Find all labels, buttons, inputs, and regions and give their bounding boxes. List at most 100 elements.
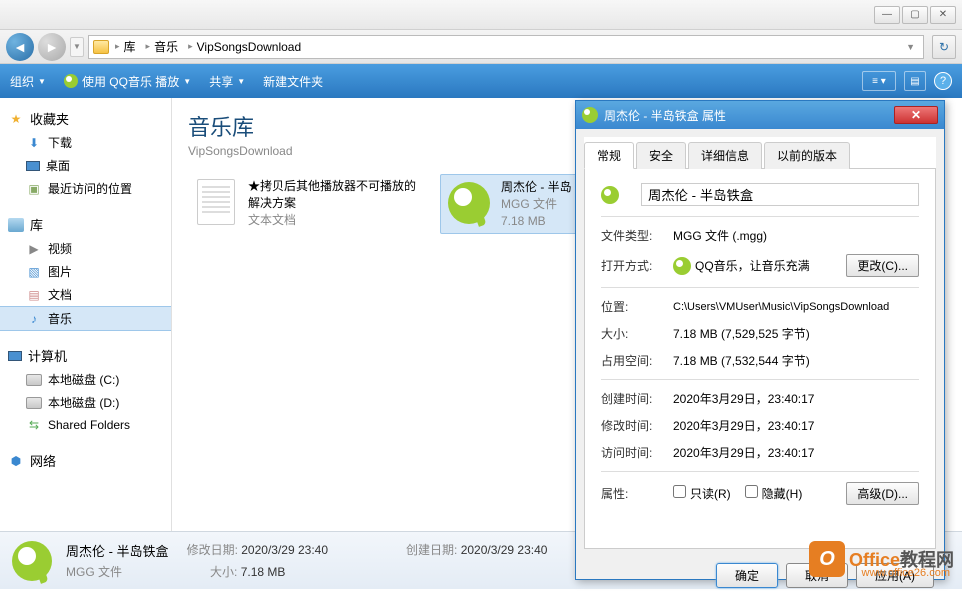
breadcrumb-seg[interactable]: ▸VipSongsDownload bbox=[184, 40, 305, 54]
watermark-icon: O bbox=[809, 541, 845, 577]
drive-icon bbox=[26, 397, 42, 409]
sidebar-music[interactable]: ♪音乐 bbox=[0, 306, 171, 331]
sidebar-drive-c[interactable]: 本地磁盘 (C:) bbox=[0, 368, 171, 391]
tab-previous[interactable]: 以前的版本 bbox=[764, 142, 850, 169]
status-label: 修改日期: bbox=[187, 543, 238, 557]
addr-dropdown-icon[interactable]: ▼ bbox=[906, 42, 919, 52]
window-titlebar: — ▢ ✕ bbox=[0, 0, 962, 30]
ok-button[interactable]: 确定 bbox=[716, 563, 778, 588]
qqmusic-icon bbox=[64, 74, 78, 88]
prop-value: QQ音乐，让音乐充满 bbox=[695, 257, 840, 274]
file-size: 7.18 MB bbox=[501, 213, 575, 230]
breadcrumb-seg[interactable]: ▸音乐 bbox=[142, 38, 183, 55]
desktop-icon bbox=[26, 161, 40, 171]
prop-value: 2020年3月29日，23:40:17 bbox=[673, 444, 919, 461]
filename-input[interactable] bbox=[641, 183, 919, 206]
sidebar-desktop[interactable]: 桌面 bbox=[0, 154, 171, 177]
prop-label: 位置: bbox=[601, 298, 673, 315]
tab-security[interactable]: 安全 bbox=[636, 142, 686, 169]
breadcrumb-label: 音乐 bbox=[154, 38, 178, 55]
prop-value: 2020年3月29日，23:40:17 bbox=[673, 390, 919, 407]
music-icon: ♪ bbox=[26, 311, 42, 327]
play-menu[interactable]: 使用 QQ音乐 播放▼ bbox=[64, 73, 191, 90]
newfolder-button[interactable]: 新建文件夹 bbox=[263, 73, 323, 90]
text-file-icon bbox=[197, 179, 235, 225]
qqmusic-icon bbox=[582, 107, 598, 123]
recent-icon: ▣ bbox=[26, 181, 42, 197]
organize-menu[interactable]: 组织▼ bbox=[10, 73, 46, 90]
star-icon: ★ bbox=[8, 111, 24, 127]
prop-label: 访问时间: bbox=[601, 444, 673, 461]
shared-icon: ⇆ bbox=[26, 417, 42, 433]
sidebar-favorites[interactable]: ★收藏夹 bbox=[0, 106, 171, 131]
sidebar-computer[interactable]: 计算机 bbox=[0, 343, 171, 368]
prop-value: MGG 文件 (.mgg) bbox=[673, 227, 919, 244]
prop-label: 修改时间: bbox=[601, 417, 673, 434]
sidebar-documents[interactable]: ▤文档 bbox=[0, 283, 171, 306]
minimize-button[interactable]: — bbox=[874, 6, 900, 24]
address-bar[interactable]: ▸库 ▸音乐 ▸VipSongsDownload ▼ bbox=[88, 35, 924, 59]
history-dropdown[interactable]: ▼ bbox=[70, 37, 84, 57]
change-button[interactable]: 更改(C)... bbox=[846, 254, 919, 277]
sidebar-videos[interactable]: ▶视频 bbox=[0, 237, 171, 260]
help-button[interactable]: ? bbox=[934, 72, 952, 90]
back-button[interactable]: ◄ bbox=[6, 33, 34, 61]
advanced-button[interactable]: 高级(D)... bbox=[846, 482, 919, 505]
file-item[interactable]: 周杰伦 - 半岛 MGG 文件 7.18 MB bbox=[440, 174, 580, 234]
close-button[interactable]: ✕ bbox=[930, 6, 956, 24]
prop-value: 7.18 MB (7,529,525 字节) bbox=[673, 325, 919, 342]
sidebar-downloads[interactable]: ⬇下载 bbox=[0, 131, 171, 154]
video-icon: ▶ bbox=[26, 241, 42, 257]
file-name: ★拷贝后其他播放器不可播放的解决方案 bbox=[248, 178, 424, 212]
sidebar-network[interactable]: ⬢网络 bbox=[0, 448, 171, 473]
breadcrumb-label: 库 bbox=[124, 38, 136, 55]
watermark-url: www.office26.com bbox=[862, 567, 950, 579]
sidebar-recent[interactable]: ▣最近访问的位置 bbox=[0, 177, 171, 200]
prop-label: 创建时间: bbox=[601, 390, 673, 407]
download-icon: ⬇ bbox=[26, 135, 42, 151]
status-filename: 周杰伦 - 半岛铁盒 bbox=[66, 541, 169, 560]
status-value: 2020/3/29 23:40 bbox=[461, 543, 548, 557]
forward-button[interactable]: ► bbox=[38, 33, 66, 61]
hidden-checkbox[interactable]: 隐藏(H) bbox=[745, 485, 803, 502]
tab-general[interactable]: 常规 bbox=[584, 142, 634, 169]
prop-label: 文件类型: bbox=[601, 227, 673, 244]
preview-pane-button[interactable]: ▤ bbox=[904, 71, 926, 91]
tab-details[interactable]: 详细信息 bbox=[688, 142, 762, 169]
network-icon: ⬢ bbox=[8, 453, 24, 469]
dialog-titlebar[interactable]: 周杰伦 - 半岛铁盒 属性 ✕ bbox=[576, 101, 944, 129]
mgg-file-icon bbox=[448, 182, 490, 224]
sidebar-libraries[interactable]: 库 bbox=[0, 212, 171, 237]
tab-content: 文件类型:MGG 文件 (.mgg) 打开方式:QQ音乐，让音乐充满更改(C).… bbox=[584, 169, 936, 549]
folder-icon bbox=[93, 40, 109, 54]
command-toolbar: 组织▼ 使用 QQ音乐 播放▼ 共享▼ 新建文件夹 ≡ ▾ ▤ ? bbox=[0, 64, 962, 98]
file-item[interactable]: ★拷贝后其他播放器不可播放的解决方案 文本文档 bbox=[188, 174, 428, 234]
status-filetype: MGG 文件 bbox=[66, 563, 122, 580]
prop-value: 2020年3月29日，23:40:17 bbox=[673, 417, 919, 434]
readonly-checkbox[interactable]: 只读(R) bbox=[673, 485, 731, 502]
app-icon bbox=[673, 257, 691, 275]
share-menu[interactable]: 共享▼ bbox=[209, 73, 245, 90]
view-options-button[interactable]: ≡ ▾ bbox=[862, 71, 896, 91]
sidebar-shared-folders[interactable]: ⇆Shared Folders bbox=[0, 414, 171, 436]
prop-label: 属性: bbox=[601, 485, 673, 502]
sidebar-pictures[interactable]: ▧图片 bbox=[0, 260, 171, 283]
library-icon bbox=[8, 218, 24, 232]
maximize-button[interactable]: ▢ bbox=[902, 6, 928, 24]
file-type-icon bbox=[12, 541, 52, 581]
file-name: 周杰伦 - 半岛 bbox=[501, 179, 575, 196]
navigation-bar: ◄ ► ▼ ▸库 ▸音乐 ▸VipSongsDownload ▼ ↻ bbox=[0, 30, 962, 64]
status-label: 大小: bbox=[210, 565, 237, 579]
dialog-close-button[interactable]: ✕ bbox=[894, 106, 938, 124]
navigation-sidebar: ★收藏夹 ⬇下载 桌面 ▣最近访问的位置 库 ▶视频 ▧图片 ▤文档 ♪音乐 计… bbox=[0, 98, 172, 531]
sidebar-drive-d[interactable]: 本地磁盘 (D:) bbox=[0, 391, 171, 414]
properties-dialog: 周杰伦 - 半岛铁盒 属性 ✕ 常规 安全 详细信息 以前的版本 文件类型:MG… bbox=[575, 100, 945, 580]
drive-icon bbox=[26, 374, 42, 386]
prop-label: 大小: bbox=[601, 325, 673, 342]
document-icon: ▤ bbox=[26, 287, 42, 303]
refresh-button[interactable]: ↻ bbox=[932, 35, 956, 59]
breadcrumb-seg[interactable]: ▸库 bbox=[111, 38, 140, 55]
status-value: 2020/3/29 23:40 bbox=[241, 543, 328, 557]
prop-label: 占用空间: bbox=[601, 352, 673, 369]
status-value: 7.18 MB bbox=[241, 565, 286, 579]
